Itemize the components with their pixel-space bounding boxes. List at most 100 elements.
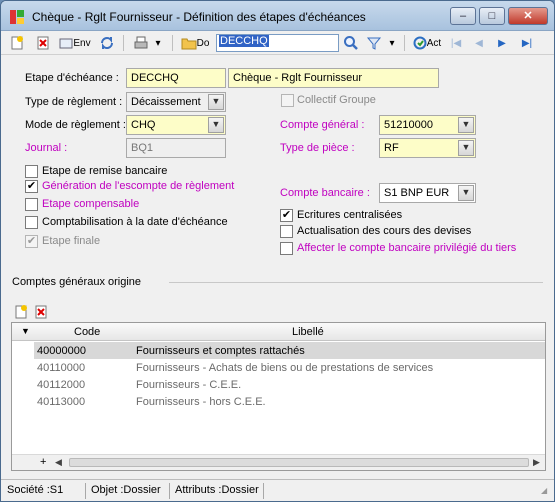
filter-button[interactable] [365, 34, 383, 52]
search-icon [344, 36, 358, 50]
affecter-compte-checkbox[interactable] [280, 242, 293, 255]
mode-reglement-label: Mode de règlement : [25, 119, 126, 131]
row-code: 40113000 [37, 396, 86, 408]
environment-icon [59, 38, 73, 49]
type-reglement-select[interactable]: Décaissement ▼ [126, 92, 226, 112]
first-record-button[interactable]: |◀ [447, 34, 465, 52]
collectif-groupe-checkbox[interactable] [281, 94, 294, 107]
minimize-button[interactable]: – [450, 7, 476, 25]
journal-field[interactable]: BQ1 [126, 138, 226, 158]
compte-general-label: Compte général : [280, 119, 365, 131]
chevron-down-icon: ▼ [458, 117, 474, 133]
collectif-groupe-label: Collectif Groupe [297, 94, 376, 106]
previous-icon: ◀ [475, 37, 483, 49]
actualisation-cours-checkbox[interactable] [280, 225, 293, 238]
maximize-button[interactable]: □ [479, 7, 505, 25]
act-label: Act [426, 37, 442, 49]
row-code: 40000000 [37, 345, 86, 357]
table-row[interactable]: 40110000 Fournisseurs - Achats de biens … [34, 359, 545, 376]
next-record-button[interactable]: ▶ [494, 34, 510, 52]
delete-button[interactable] [34, 34, 52, 52]
toolbar-separator [123, 35, 124, 51]
add-row-button[interactable]: + [40, 456, 46, 468]
compte-bancaire-select[interactable]: S1 BNP EUR ▼ [379, 183, 476, 203]
generation-escompte-label: Génération de l'escompte de règlement [42, 180, 235, 192]
ecritures-centralisees-checkbox[interactable]: ✔ [280, 209, 293, 222]
etape-compensable-label: Etape compensable [42, 198, 140, 210]
horizontal-scrollbar[interactable]: + ◀ ▶ [12, 454, 545, 470]
last-icon: ▶| [521, 37, 533, 49]
type-piece-label: Type de pièce : [280, 142, 355, 154]
row-libelle: Fournisseurs - hors C.E.E. [136, 396, 266, 408]
row-code: 40110000 [37, 362, 86, 374]
new-document-icon [15, 305, 27, 319]
scroll-left-icon[interactable]: ◀ [55, 457, 62, 468]
toolbar: Env ▾ Do DECCHQ ▾ Act |◀ ◀ ▶ ▶| [1, 31, 554, 55]
search-button[interactable] [342, 34, 360, 52]
section-divider [169, 282, 543, 283]
print-dropdown-button[interactable]: ▾ [152, 34, 164, 52]
type-reglement-label: Type de règlement : [25, 96, 123, 108]
compte-general-value: 51210000 [384, 119, 433, 131]
type-reglement-value: Décaissement [131, 96, 201, 108]
folder-button[interactable]: Do [179, 34, 211, 52]
filter-icon [366, 37, 382, 50]
chevron-down-icon: ▼ [208, 117, 224, 133]
chevron-down-icon: ▾ [389, 37, 395, 49]
compte-bancaire-value: S1 BNP EUR [384, 187, 450, 199]
scroll-thumb[interactable] [69, 458, 529, 467]
compte-general-select[interactable]: 51210000 ▼ [379, 115, 476, 135]
table-row[interactable]: 40112000 Fournisseurs - C.E.E. [34, 376, 545, 393]
resize-grip-icon[interactable]: ◢ [541, 486, 547, 501]
search-input[interactable]: DECCHQ [216, 34, 339, 52]
act-button[interactable]: Act [410, 34, 444, 52]
mode-reglement-select[interactable]: CHQ ▼ [126, 115, 226, 135]
row-libelle: Fournisseurs - Achats de biens ou de pre… [136, 362, 434, 374]
table-row[interactable]: 40000000 Fournisseurs et comptes rattach… [34, 342, 545, 359]
generation-escompte-checkbox[interactable]: ✔ [25, 180, 38, 193]
etape-compensable-checkbox[interactable] [25, 198, 38, 211]
status-societe: Société :S1 [7, 484, 64, 496]
table-row[interactable]: 40113000 Fournisseurs - hors C.E.E. [34, 393, 545, 410]
column-header-libelle[interactable]: Libellé [292, 326, 324, 338]
action-icon [413, 36, 427, 50]
etape-label: Etape d'échéance : [25, 72, 119, 84]
comptabilisation-date-checkbox[interactable] [25, 216, 38, 229]
scroll-right-icon[interactable]: ▶ [533, 457, 540, 468]
close-icon: ✕ [523, 10, 533, 22]
mode-reglement-value: CHQ [131, 119, 156, 131]
new-button[interactable] [8, 34, 26, 52]
ecritures-centralisees-label: Ecritures centralisées [297, 209, 403, 221]
status-separator [85, 483, 86, 499]
chevron-down-icon: ▼ [458, 140, 474, 156]
etape-finale-checkbox[interactable]: ✔ [25, 235, 38, 248]
printer-icon [134, 36, 148, 49]
comptabilisation-date-label: Comptabilisation à la date d'échéance [42, 216, 228, 228]
toolbar-separator [404, 35, 405, 51]
refresh-button[interactable] [98, 34, 116, 52]
env-button[interactable]: Env [59, 34, 91, 52]
close-button[interactable]: ✕ [508, 7, 548, 25]
affecter-compte-label: Affecter le compte bancaire privilégié d… [297, 242, 517, 254]
last-record-button[interactable]: ▶| [517, 34, 537, 52]
main-window: Chèque - Rglt Fournisseur - Définition d… [0, 0, 555, 502]
column-header-code[interactable]: Code [74, 326, 100, 338]
column-menu-icon[interactable]: ▼ [21, 326, 30, 336]
etape-name-field[interactable]: Chèque - Rglt Fournisseur [228, 68, 439, 88]
remise-bancaire-checkbox[interactable] [25, 165, 38, 178]
folder-icon [181, 38, 197, 50]
etape-code-field[interactable]: DECCHQ [126, 68, 226, 88]
print-button[interactable] [131, 34, 151, 52]
toolbar-separator [172, 35, 173, 51]
status-attributs: Attributs :Dossier [175, 484, 259, 496]
comptes-section-title: Comptes généraux origine [12, 276, 142, 288]
compte-bancaire-label: Compte bancaire : [280, 187, 370, 199]
grid-delete-button[interactable] [33, 304, 49, 320]
remise-bancaire-label: Etape de remise bancaire [42, 165, 168, 177]
type-piece-select[interactable]: RF ▼ [379, 138, 476, 158]
grid-add-button[interactable] [13, 304, 29, 320]
previous-record-button[interactable]: ◀ [471, 34, 487, 52]
filter-dropdown-button[interactable]: ▾ [386, 34, 398, 52]
chevron-down-icon: ▾ [155, 37, 161, 49]
type-piece-value: RF [384, 142, 399, 154]
